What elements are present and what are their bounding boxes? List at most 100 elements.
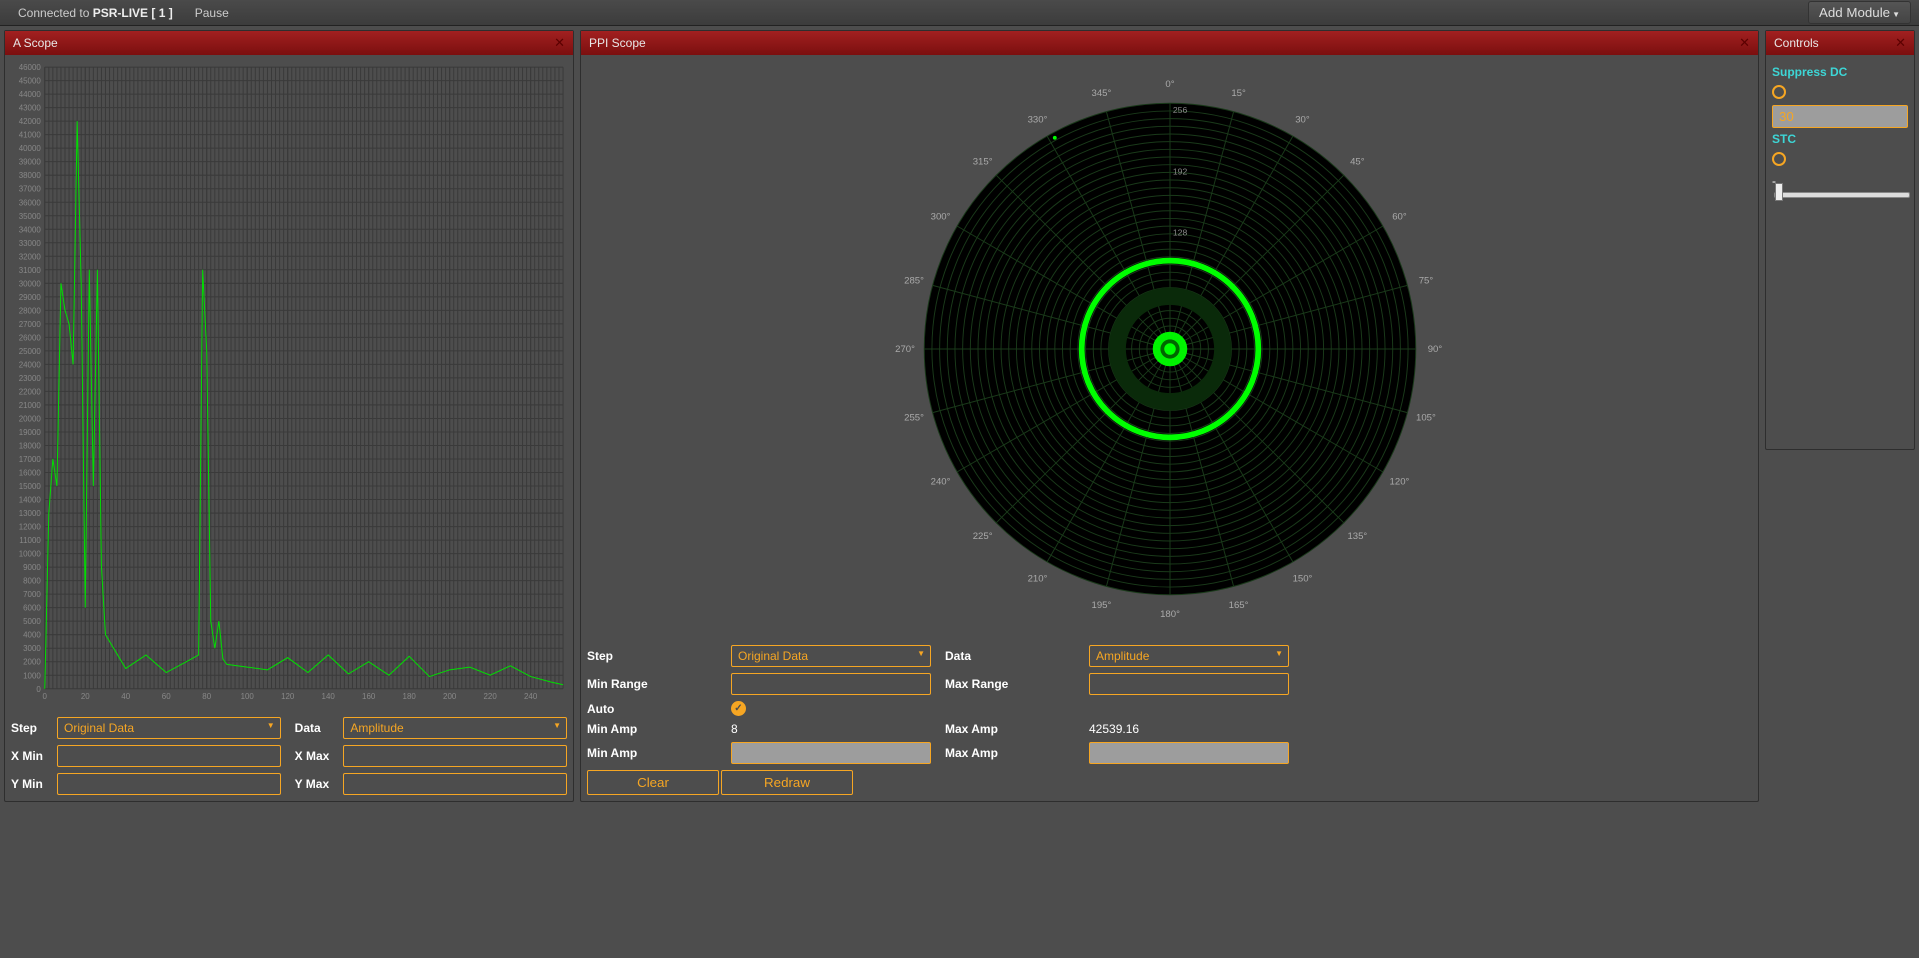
close-icon[interactable]: ✕ — [1895, 35, 1906, 51]
close-icon[interactable]: ✕ — [1739, 35, 1750, 51]
redraw-button[interactable]: Redraw — [721, 770, 853, 795]
svg-text:2000: 2000 — [23, 658, 41, 667]
ppi-maxamp-input[interactable] — [1089, 742, 1289, 764]
ppi-maxamp-value: 42539.16 — [1089, 722, 1289, 736]
svg-text:240: 240 — [524, 692, 538, 701]
svg-text:44000: 44000 — [19, 90, 42, 99]
svg-text:3000: 3000 — [23, 644, 41, 653]
xmin-input[interactable] — [57, 745, 281, 767]
pause-button[interactable]: Pause — [185, 2, 239, 24]
svg-text:16000: 16000 — [19, 468, 42, 477]
svg-text:255°: 255° — [904, 412, 924, 423]
svg-text:165°: 165° — [1228, 600, 1248, 611]
svg-text:33000: 33000 — [19, 239, 42, 248]
ppi-minamp-value: 8 — [731, 722, 931, 736]
svg-text:19000: 19000 — [19, 428, 42, 437]
svg-text:60: 60 — [162, 692, 171, 701]
ppi-step-label: Step — [587, 649, 717, 663]
ppi-maxamp-label: Max Amp — [945, 722, 1075, 736]
ppi-panel: PPI Scope ✕ 0°15°30°45°60°75°90°105°120°… — [580, 30, 1759, 802]
svg-text:23000: 23000 — [19, 374, 42, 383]
svg-text:105°: 105° — [1416, 412, 1436, 423]
svg-text:8000: 8000 — [23, 577, 41, 586]
ppi-minamp2-label: Min Amp — [587, 746, 717, 760]
xmin-label: X Min — [11, 749, 43, 763]
svg-text:315°: 315° — [972, 157, 992, 168]
svg-text:5000: 5000 — [23, 617, 41, 626]
ppi-minamp-label: Min Amp — [587, 722, 717, 736]
svg-text:90°: 90° — [1427, 344, 1442, 355]
svg-text:17000: 17000 — [19, 455, 42, 464]
ppi-data-select[interactable]: Amplitude — [1089, 645, 1289, 667]
svg-text:28000: 28000 — [19, 306, 42, 315]
svg-text:6000: 6000 — [23, 604, 41, 613]
svg-text:38000: 38000 — [19, 171, 42, 180]
svg-text:100: 100 — [241, 692, 255, 701]
svg-text:32000: 32000 — [19, 252, 42, 261]
svg-text:21000: 21000 — [19, 401, 42, 410]
ascope-chart: 0100020003000400050006000700080009000100… — [11, 61, 567, 709]
svg-text:18000: 18000 — [19, 441, 42, 450]
step-label: Step — [11, 721, 43, 735]
ascope-panel: A Scope ✕ 010002000300040005000600070008… — [4, 30, 574, 802]
svg-text:160: 160 — [362, 692, 376, 701]
ppi-maxrange-input[interactable] — [1089, 673, 1289, 695]
svg-text:60°: 60° — [1392, 211, 1407, 222]
ppi-minrange-label: Min Range — [587, 677, 717, 691]
svg-text:195°: 195° — [1091, 600, 1111, 611]
ymin-input[interactable] — [57, 773, 281, 795]
svg-text:192: 192 — [1172, 166, 1187, 176]
stc-toggle[interactable] — [1772, 152, 1786, 166]
svg-text:40000: 40000 — [19, 144, 42, 153]
controls-panel: Controls ✕ Suppress DC STC - — [1765, 30, 1915, 450]
svg-text:180: 180 — [403, 692, 417, 701]
ppi-minrange-input[interactable] — [731, 673, 931, 695]
ppi-auto-label: Auto — [587, 702, 717, 716]
data-label: Data — [295, 721, 330, 735]
svg-text:220: 220 — [484, 692, 498, 701]
data-select[interactable]: Amplitude — [343, 717, 567, 739]
svg-text:285°: 285° — [904, 275, 924, 286]
add-module-button[interactable]: Add Module▼ — [1808, 1, 1911, 24]
svg-text:150°: 150° — [1292, 573, 1312, 584]
stc-slider[interactable] — [1774, 192, 1910, 198]
svg-text:43000: 43000 — [19, 104, 42, 113]
svg-text:10000: 10000 — [19, 550, 42, 559]
svg-text:31000: 31000 — [19, 266, 42, 275]
xmax-input[interactable] — [343, 745, 567, 767]
svg-text:200: 200 — [443, 692, 457, 701]
svg-text:256: 256 — [1172, 105, 1187, 115]
svg-text:13000: 13000 — [19, 509, 42, 518]
svg-text:7000: 7000 — [23, 590, 41, 599]
suppress-dc-input[interactable] — [1772, 105, 1908, 128]
svg-text:36000: 36000 — [19, 198, 42, 207]
svg-text:4000: 4000 — [23, 631, 41, 640]
ymax-input[interactable] — [343, 773, 567, 795]
svg-text:75°: 75° — [1418, 275, 1433, 286]
close-icon[interactable]: ✕ — [554, 35, 565, 51]
auto-checkbox[interactable]: ✓ — [731, 701, 746, 716]
svg-text:12000: 12000 — [19, 523, 42, 532]
svg-text:26000: 26000 — [19, 333, 42, 342]
clear-button[interactable]: Clear — [587, 770, 719, 795]
svg-text:120°: 120° — [1389, 476, 1409, 487]
svg-text:22000: 22000 — [19, 387, 42, 396]
controls-title: Controls — [1774, 36, 1819, 50]
svg-text:80: 80 — [202, 692, 211, 701]
ppi-minamp-input[interactable] — [731, 742, 931, 764]
svg-text:330°: 330° — [1027, 114, 1047, 125]
suppress-dc-toggle[interactable] — [1772, 85, 1786, 99]
step-select[interactable]: Original Data — [57, 717, 281, 739]
svg-text:25000: 25000 — [19, 347, 42, 356]
svg-text:30°: 30° — [1295, 114, 1310, 125]
svg-text:14000: 14000 — [19, 496, 42, 505]
svg-text:20: 20 — [81, 692, 90, 701]
svg-text:29000: 29000 — [19, 293, 42, 302]
svg-text:240°: 240° — [930, 476, 950, 487]
ppi-step-select[interactable]: Original Data — [731, 645, 931, 667]
svg-text:210°: 210° — [1027, 573, 1047, 584]
connection-status: Connected to PSR-LIVE [ 1 ] — [8, 2, 183, 24]
svg-text:140: 140 — [322, 692, 336, 701]
svg-text:225°: 225° — [972, 531, 992, 542]
svg-text:27000: 27000 — [19, 320, 42, 329]
